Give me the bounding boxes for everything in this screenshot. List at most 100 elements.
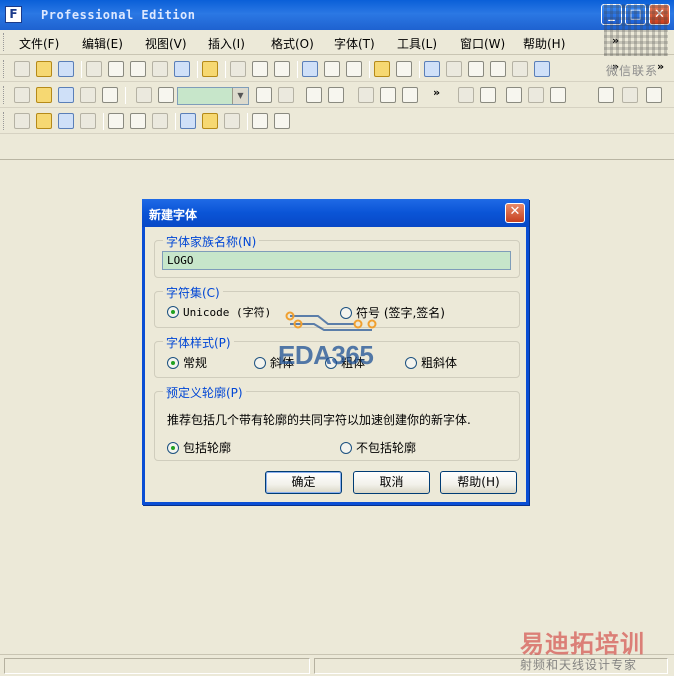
open-folder-icon[interactable] <box>58 61 74 77</box>
standard-toolbar: » » <box>0 56 674 82</box>
menu-font[interactable]: 字体(T) <box>334 35 375 52</box>
snap-icon[interactable] <box>506 87 522 103</box>
distribute-left-icon[interactable] <box>108 113 124 129</box>
properties-icon[interactable] <box>396 61 412 77</box>
hint-icon[interactable] <box>646 87 662 103</box>
toolbar-separator <box>419 61 420 78</box>
toolbar-overflow-button[interactable]: » <box>433 86 440 99</box>
dialog-title: 新建字体 <box>149 208 198 222</box>
menu-edit[interactable]: 编辑(E) <box>82 35 123 52</box>
include-outline-radio[interactable]: 包括轮廓 <box>167 439 231 456</box>
style-bold-italic-label: 粗斜体 <box>421 356 458 370</box>
toolbar-grip[interactable] <box>3 60 6 78</box>
redo-icon[interactable] <box>324 61 340 77</box>
grid-icon[interactable] <box>458 87 474 103</box>
menu-window[interactable]: 窗口(W) <box>460 35 505 52</box>
charset-unicode-radio[interactable]: Unicode (字符) <box>167 304 271 320</box>
print-icon[interactable] <box>174 61 190 77</box>
brand-subtitle-watermark: 射频和天线设计专家 <box>520 658 638 672</box>
percent-icon[interactable] <box>598 87 614 103</box>
new-icon[interactable] <box>14 61 30 77</box>
zoom-in-icon[interactable] <box>136 87 152 103</box>
sort-icon[interactable] <box>424 61 440 77</box>
spacing-v-icon[interactable] <box>274 113 290 129</box>
network-icon[interactable] <box>622 87 638 103</box>
help-button[interactable]: 帮助(H) <box>440 471 517 494</box>
glyph-metrics-icon[interactable] <box>550 87 566 103</box>
align-left-icon[interactable] <box>14 113 30 129</box>
cut-icon[interactable] <box>230 61 246 77</box>
distribute-top-icon[interactable] <box>180 113 196 129</box>
spacing-h-icon[interactable] <box>252 113 268 129</box>
hand-icon[interactable] <box>58 87 74 103</box>
save-all-icon[interactable] <box>108 61 124 77</box>
edit-image-icon[interactable] <box>380 87 396 103</box>
toolbar-grip[interactable] <box>3 112 6 130</box>
snap-node-icon[interactable] <box>528 87 544 103</box>
align-center-icon[interactable] <box>36 113 52 129</box>
status-pane-main <box>4 658 310 674</box>
image-icon[interactable] <box>358 87 374 103</box>
brush-icon[interactable] <box>402 87 418 103</box>
export-icon[interactable] <box>152 61 168 77</box>
qr-code-watermark <box>604 4 668 56</box>
ok-button[interactable]: 确定 <box>265 471 342 494</box>
toolbar-overflow-button-2[interactable]: » <box>657 60 664 73</box>
menu-tools[interactable]: 工具(L) <box>397 35 437 52</box>
refresh-icon[interactable] <box>346 61 362 77</box>
fill-icon[interactable] <box>306 87 322 103</box>
distribute-center-icon[interactable] <box>130 113 146 129</box>
align-right-icon[interactable] <box>58 113 74 129</box>
cancel-button[interactable]: 取消 <box>353 471 430 494</box>
radio-dot <box>254 356 266 369</box>
style-bold-italic-radio[interactable]: 粗斜体 <box>405 354 457 371</box>
select-rect-icon[interactable] <box>14 87 30 103</box>
exclude-outline-radio[interactable]: 不包括轮廓 <box>340 439 416 456</box>
lasso-icon[interactable] <box>36 87 52 103</box>
stamp-icon[interactable] <box>490 61 506 77</box>
style-regular-label: 常规 <box>183 356 208 370</box>
window-title: Professional Edition <box>41 8 196 22</box>
toolbar-grip[interactable] <box>3 86 6 104</box>
distribute-right-icon[interactable] <box>152 113 168 129</box>
chevron-down-icon[interactable]: ▼ <box>232 88 248 104</box>
checkbox-icon[interactable] <box>446 61 462 77</box>
family-name-input[interactable]: LOGO <box>162 251 511 270</box>
include-outline-label: 包括轮廓 <box>183 441 232 455</box>
distribute-middle-icon[interactable] <box>202 113 218 129</box>
new-font-icon[interactable] <box>36 61 52 77</box>
radio-dot <box>167 441 179 454</box>
copy-icon[interactable] <box>252 61 268 77</box>
menu-insert[interactable]: 插入(I) <box>208 35 245 52</box>
style-regular-radio[interactable]: 常规 <box>167 354 207 371</box>
zoom-out-icon[interactable] <box>158 87 174 103</box>
grid-plus-icon[interactable] <box>480 87 496 103</box>
menu-file[interactable]: 文件(F) <box>19 35 59 52</box>
dialog-close-button[interactable]: ✕ <box>505 203 525 223</box>
app-icon: F <box>5 6 22 23</box>
toolbar-separator <box>297 61 298 78</box>
check-icon[interactable] <box>512 61 528 77</box>
text-icon[interactable] <box>468 61 484 77</box>
menu-format[interactable]: 格式(O) <box>271 35 314 52</box>
menu-help[interactable]: 帮助(H) <box>523 35 565 52</box>
insert-icon[interactable] <box>374 61 390 77</box>
menu-bar: 文件(F) 编辑(E) 视图(V) 插入(I) 格式(O) 字体(T) 工具(L… <box>0 30 674 55</box>
fit-icon[interactable] <box>256 87 272 103</box>
more-icon[interactable] <box>534 61 550 77</box>
menu-view[interactable]: 视图(V) <box>145 35 187 52</box>
node-icon[interactable] <box>328 87 344 103</box>
align-toolbar <box>0 108 674 134</box>
undo-icon[interactable] <box>302 61 318 77</box>
menu-grip[interactable] <box>3 33 6 51</box>
zoom-combo[interactable]: ▼ <box>177 87 249 105</box>
align-bottom-icon[interactable] <box>80 113 96 129</box>
measure-icon[interactable] <box>80 87 96 103</box>
pen-icon[interactable] <box>102 87 118 103</box>
copy-page-icon[interactable] <box>130 61 146 77</box>
save-icon[interactable] <box>86 61 102 77</box>
grid-toggle-icon[interactable] <box>278 87 294 103</box>
distribute-bottom-icon[interactable] <box>224 113 240 129</box>
paste-icon[interactable] <box>274 61 290 77</box>
find-icon[interactable] <box>202 61 218 77</box>
